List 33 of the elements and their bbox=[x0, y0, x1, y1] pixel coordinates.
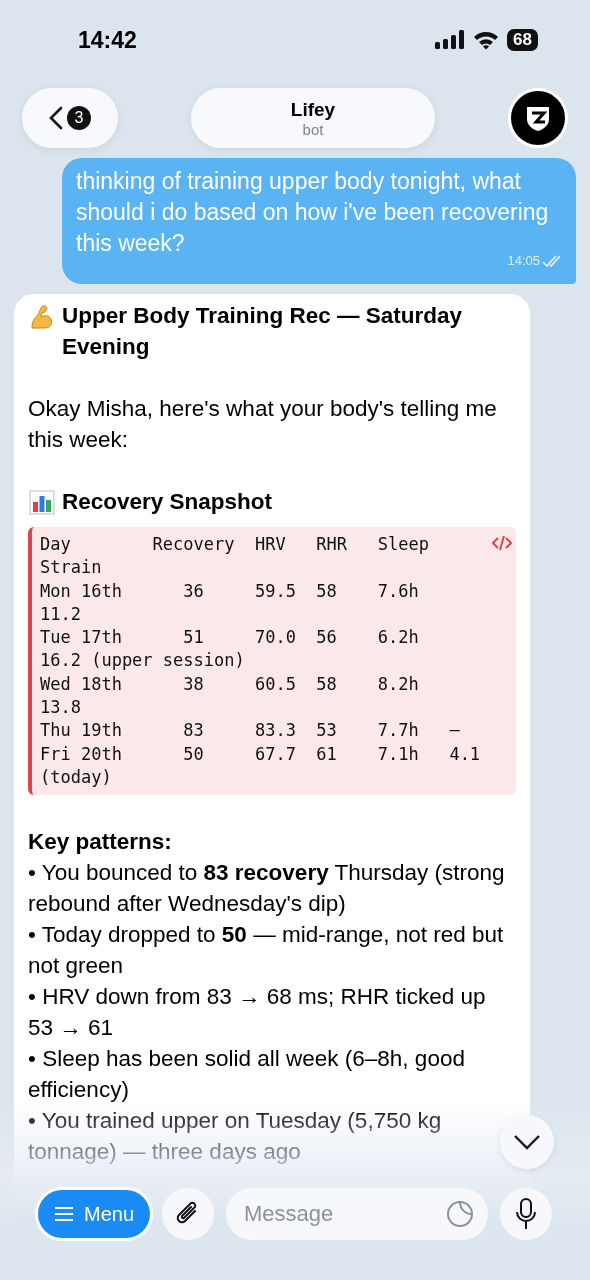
scroll-down-button[interactable] bbox=[500, 1115, 554, 1169]
microphone-button[interactable] bbox=[500, 1188, 552, 1240]
bot-avatar[interactable] bbox=[508, 88, 568, 148]
wifi-icon bbox=[473, 30, 500, 50]
bullet-point: • Today dropped to 50 — mid-range, not red but not green bbox=[28, 921, 505, 981]
bullet-point: • Sleep has been solid all week (6–8h, good efficiency) bbox=[28, 1045, 466, 1105]
back-button[interactable]: 3 bbox=[22, 88, 118, 148]
microphone-icon bbox=[515, 1198, 537, 1230]
section-title: Upper Body Training Rec — Saturday Evening bbox=[62, 302, 464, 361]
code-text: Day Recovery HRV RHR Sleep Strain Mon 16th 36 59.5 58 7.6h 11.2 Tue 17th 51 70.0 56 6.2h 16.2 (upper session) Wed 18th 38 60.5 58 8.2h 13.8 Thu 19th 83 83.3 53 7.7h — Fri 20th 50 67.7 61 7.1h 4.1 (today) bbox=[40, 533, 482, 789]
message-field[interactable]: Message bbox=[226, 1188, 488, 1240]
section-heading: Key patterns: bbox=[28, 828, 173, 857]
message-input[interactable]: Message bbox=[242, 1200, 438, 1228]
message-paragraph: Okay Misha, here's what your body's telling me this week: bbox=[28, 395, 498, 454]
chat-subtitle: bot bbox=[302, 120, 324, 138]
unread-count: 3 bbox=[67, 106, 91, 130]
section-title: Recovery Snapshot bbox=[62, 488, 273, 516]
battery-level: 68 bbox=[507, 29, 538, 51]
signal-icon bbox=[435, 29, 466, 51]
menu-button[interactable]: Menu bbox=[38, 1190, 151, 1238]
sticker-icon[interactable] bbox=[446, 1200, 474, 1228]
code-icon[interactable] bbox=[492, 535, 512, 551]
bullet-point: • HRV down from 83 → 68 ms; RHR ticked up 53 → 61 bbox=[28, 983, 487, 1043]
menu-icon bbox=[54, 1206, 74, 1222]
chevron-down-icon bbox=[513, 1134, 541, 1150]
chat-title-pill[interactable]: Lifey bot bbox=[191, 88, 435, 148]
clock-time: 14:42 bbox=[78, 26, 137, 54]
chevron-left-icon bbox=[49, 106, 63, 130]
bullet-point: • You trained upper on Tuesday (5,750 kg tonnage) — three days ago bbox=[28, 1107, 443, 1167]
bar-chart-icon bbox=[28, 488, 56, 516]
shield-face-icon bbox=[525, 104, 551, 132]
bullet-point: • You bounced to 83 recovery Thursday (strong rebound after Wednesday's dip) bbox=[28, 859, 506, 919]
chat-title: Lifey bbox=[290, 98, 336, 121]
